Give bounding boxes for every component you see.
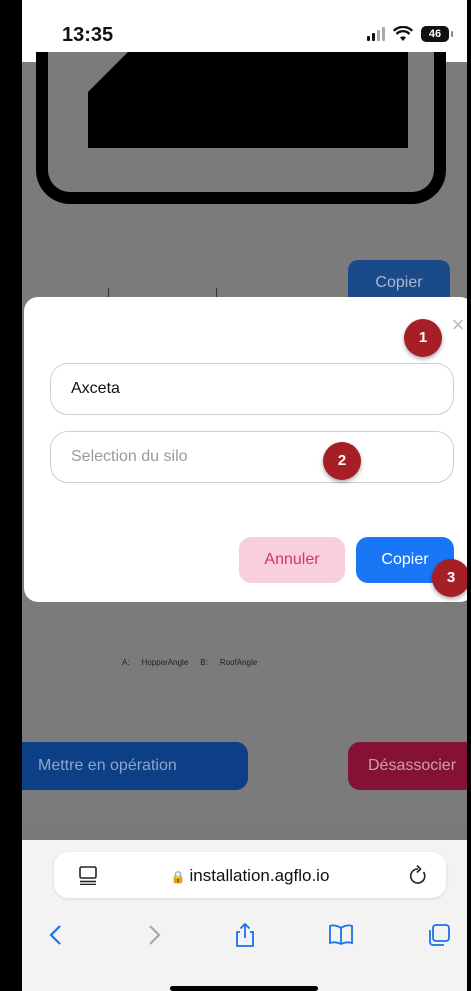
wifi-icon [393, 26, 413, 41]
battery-icon: 46 [421, 26, 453, 42]
copy-modal: × Annuler Copier [24, 297, 467, 602]
close-icon[interactable]: × [448, 314, 467, 336]
legend-b: B: [200, 658, 208, 667]
operate-button[interactable]: Mettre en opération [22, 742, 248, 790]
silo-select[interactable] [50, 431, 454, 483]
home-indicator [170, 986, 318, 991]
forward-icon[interactable] [140, 922, 166, 948]
lock-icon: 🔒 [170, 870, 186, 884]
diagram-legend: A: HopperAngle B: RoofAngle [122, 658, 257, 667]
status-icons: 46 [367, 26, 453, 42]
address-bar[interactable]: 🔒 installation.agflo.io [54, 852, 446, 898]
share-icon[interactable] [232, 922, 258, 948]
url-display[interactable]: 🔒 installation.agflo.io [54, 866, 446, 886]
back-icon[interactable] [44, 922, 70, 948]
signal-icon [367, 27, 385, 41]
browser-chrome: 🔒 installation.agflo.io [22, 840, 467, 991]
device-frame-right [467, 0, 471, 991]
dissociate-button[interactable]: Désassocier [348, 742, 467, 790]
phone-screen: 13:35 46 Copier A: HopperAngle B: RoofAn… [22, 0, 467, 991]
status-time: 13:35 [62, 24, 114, 46]
tabs-icon[interactable] [426, 922, 452, 948]
device-image-notch [88, 52, 128, 92]
device-image [36, 52, 446, 204]
browser-toolbar [22, 914, 467, 958]
annotation-marker-3: 3 [432, 559, 467, 597]
bookmarks-icon[interactable] [328, 922, 354, 948]
legend-hopper: HopperAngle [141, 658, 189, 667]
reload-icon[interactable] [408, 864, 428, 886]
project-input[interactable] [50, 363, 454, 415]
device-frame-left [0, 0, 22, 991]
url-text: installation.agflo.io [189, 866, 330, 885]
device-image-fill [88, 52, 408, 148]
legend-a: A: [122, 658, 130, 667]
legend-roof: RoofAngle [219, 658, 258, 667]
annotation-marker-2: 2 [323, 442, 361, 480]
annotation-marker-1: 1 [404, 319, 442, 357]
cancel-button[interactable]: Annuler [239, 537, 345, 583]
